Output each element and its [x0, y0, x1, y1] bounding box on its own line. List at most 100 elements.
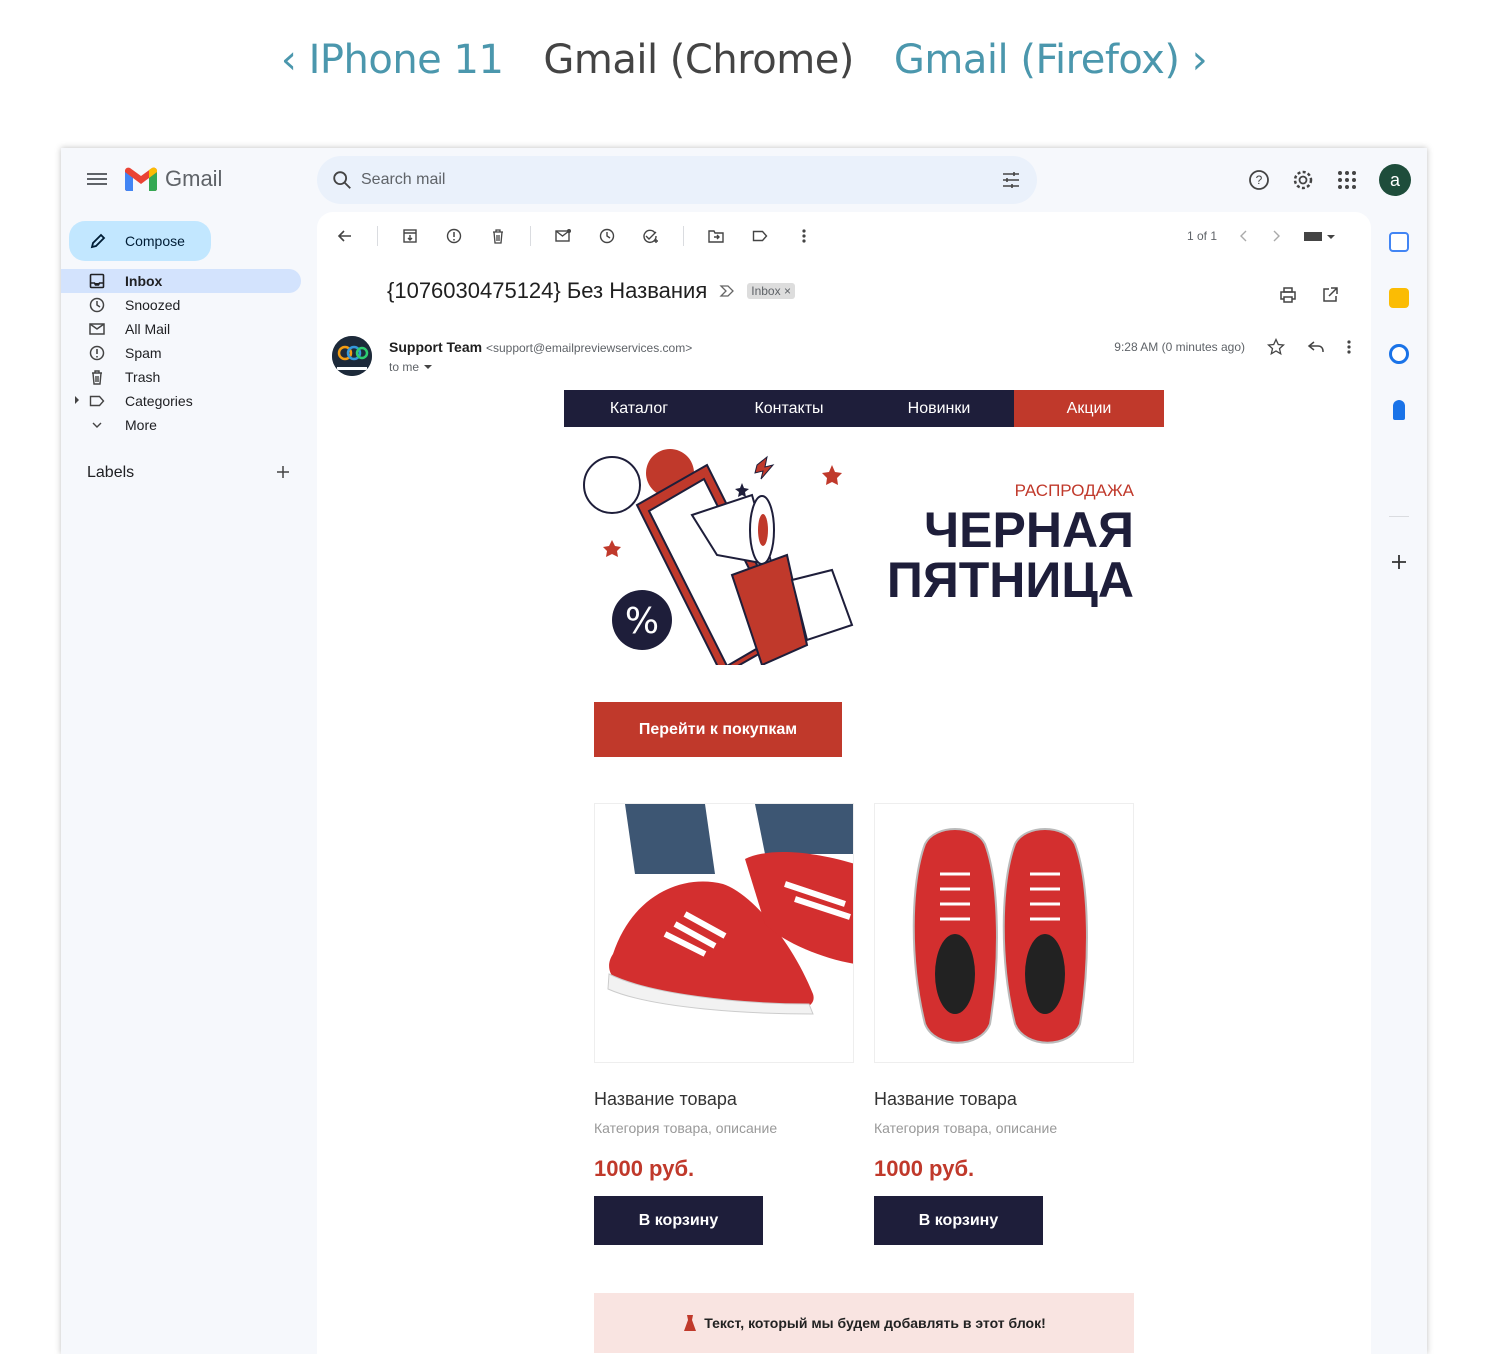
newer-chevron-icon[interactable] [1239, 230, 1249, 242]
product-name: Название товара [594, 1089, 737, 1109]
back-arrow-icon[interactable] [333, 224, 357, 248]
subject-row: {1076030475124} Без Названия Inbox × [387, 278, 795, 304]
report-spam-icon[interactable] [442, 224, 466, 248]
info-note-block: Текст, который мы будем добавлять в этот… [594, 1293, 1134, 1353]
inbox-label-chip[interactable]: Inbox × [747, 283, 795, 299]
search-icon[interactable] [331, 169, 353, 191]
sidebar-item-label: Inbox [125, 273, 163, 289]
pager: 1 of 1 [1187, 229, 1335, 243]
sidebar-item-all-mail[interactable]: All Mail [61, 317, 301, 341]
search-input[interactable]: Search mail [361, 171, 445, 189]
gmail-header: Gmail Search mail ? a [61, 148, 1427, 212]
sidebar-item-snoozed[interactable]: Snoozed [61, 293, 301, 317]
sidebar-item-categories[interactable]: Categories [61, 389, 301, 413]
importance-marker-icon[interactable] [719, 284, 735, 298]
red-sneakers-side-image [607, 804, 853, 1015]
product-card: Название товара Категория товара, описан… [594, 803, 854, 1245]
compose-button[interactable]: Compose [69, 221, 211, 261]
product-image[interactable] [874, 803, 1134, 1063]
eps-logo-icon [332, 336, 372, 376]
product-image[interactable] [594, 803, 854, 1063]
side-apps-rail [1371, 212, 1427, 1354]
email-menu-contacts[interactable]: Контакты [714, 390, 864, 427]
add-app-plus-icon[interactable] [1391, 554, 1407, 570]
snooze-clock-icon[interactable] [595, 224, 619, 248]
add-task-icon[interactable] [639, 224, 663, 248]
prev-preview-link[interactable]: ‹ IPhone 11 [281, 37, 504, 83]
apps-grid-icon[interactable] [1335, 168, 1359, 192]
megaphone-phone-illustration: % [583, 449, 854, 665]
reply-icon[interactable] [1307, 338, 1325, 356]
open-new-window-icon[interactable] [1321, 286, 1339, 304]
preview-navigation: ‹ IPhone 11 Gmail (Chrome) Gmail (Firefo… [0, 30, 1488, 90]
settings-gear-icon[interactable] [1291, 168, 1315, 192]
keyboard-icon[interactable] [1303, 230, 1335, 242]
spam-icon [89, 345, 105, 361]
recipient-label: to me [389, 360, 420, 374]
add-to-cart-button[interactable]: В корзину [594, 1196, 763, 1245]
sidebar-item-label: More [125, 417, 157, 433]
sidebar-item-trash[interactable]: Trash [61, 365, 301, 389]
older-chevron-icon[interactable] [1271, 230, 1281, 242]
more-vertical-icon[interactable] [792, 224, 816, 248]
search-bar[interactable]: Search mail [317, 156, 1037, 204]
message-toolbar [333, 224, 816, 248]
add-label-icon[interactable] [275, 464, 291, 480]
go-shopping-button[interactable]: Перейти к покупкам [594, 702, 842, 757]
message-more-vertical-icon[interactable] [1347, 339, 1351, 355]
labels-heading: Labels [87, 464, 135, 481]
mark-unread-icon[interactable] [551, 224, 575, 248]
search-options-icon[interactable] [1001, 170, 1021, 190]
sidebar-item-label: Categories [125, 393, 193, 409]
message-subject: {1076030475124} Без Названия [387, 278, 708, 303]
email-menu-catalog[interactable]: Каталог [564, 390, 714, 427]
label-as-icon[interactable] [748, 224, 772, 248]
delete-icon[interactable] [486, 224, 510, 248]
toolbar-divider [377, 226, 378, 246]
pager-count: 1 of 1 [1186, 229, 1217, 243]
keep-icon[interactable] [1389, 288, 1409, 308]
sidebar-item-label: Trash [125, 369, 161, 385]
sidebar-item-inbox[interactable]: Inbox [61, 269, 301, 293]
add-to-cart-button[interactable]: В корзину [874, 1196, 1043, 1245]
header-actions: ? a [1247, 164, 1411, 196]
sidebar-item-label: Snoozed [125, 297, 181, 313]
email-menu-sales[interactable]: Акции [1014, 390, 1164, 427]
main-menu-icon[interactable] [85, 170, 109, 190]
hero-title: ЧЕРНАЯ ПЯТНИЦА [887, 505, 1134, 605]
move-to-folder-icon[interactable] [704, 224, 728, 248]
account-avatar[interactable]: a [1379, 164, 1411, 196]
note-text: Текст, который мы будем добавлять в этот… [704, 1315, 1046, 1331]
all-mail-icon [89, 321, 105, 337]
star-icon[interactable] [1267, 338, 1285, 356]
hero-title-line-2: ПЯТНИЦА [886, 552, 1134, 608]
tasks-icon[interactable] [1389, 344, 1409, 364]
help-icon[interactable]: ? [1247, 168, 1271, 192]
email-body: Каталог Контакты Новинки Акции % РАСПРОД… [564, 390, 1164, 1353]
recipient-toggle[interactable]: to me [389, 360, 434, 374]
next-preview-link[interactable]: Gmail (Firefox) › [894, 37, 1208, 83]
recipient-dropdown-icon [424, 365, 433, 369]
sender-line: Support Team <support@emailpreviewservic… [389, 339, 692, 355]
sidebar-item-more[interactable]: More [61, 413, 301, 437]
product-price: 1000 руб. [874, 1156, 975, 1181]
pencil-icon [90, 233, 106, 249]
sender-name[interactable]: Support Team [389, 339, 482, 355]
email-hero: % РАСПРОДАЖА ЧЕРНАЯ ПЯТНИЦА [564, 427, 1164, 702]
gmail-logo[interactable]: Gmail [125, 166, 222, 192]
trash-icon [89, 369, 105, 385]
contacts-icon[interactable] [1393, 400, 1405, 420]
svg-text:%: % [625, 601, 659, 642]
email-menu: Каталог Контакты Новинки Акции [564, 390, 1164, 427]
email-menu-new[interactable]: Новинки [864, 390, 1014, 427]
sidebar-item-label: All Mail [125, 321, 171, 337]
calendar-icon[interactable] [1389, 232, 1409, 252]
expand-caret-icon[interactable] [75, 396, 79, 404]
archive-icon[interactable] [398, 224, 422, 248]
toolbar-divider [530, 226, 531, 246]
product-category: Категория товара, описание [594, 1120, 778, 1136]
message-pane: 1 of 1 {1076030475124} Без Названия Inbo… [317, 212, 1371, 1354]
sender-avatar[interactable] [332, 336, 372, 376]
sidebar-item-spam[interactable]: Spam [61, 341, 301, 365]
print-icon[interactable] [1279, 286, 1297, 304]
